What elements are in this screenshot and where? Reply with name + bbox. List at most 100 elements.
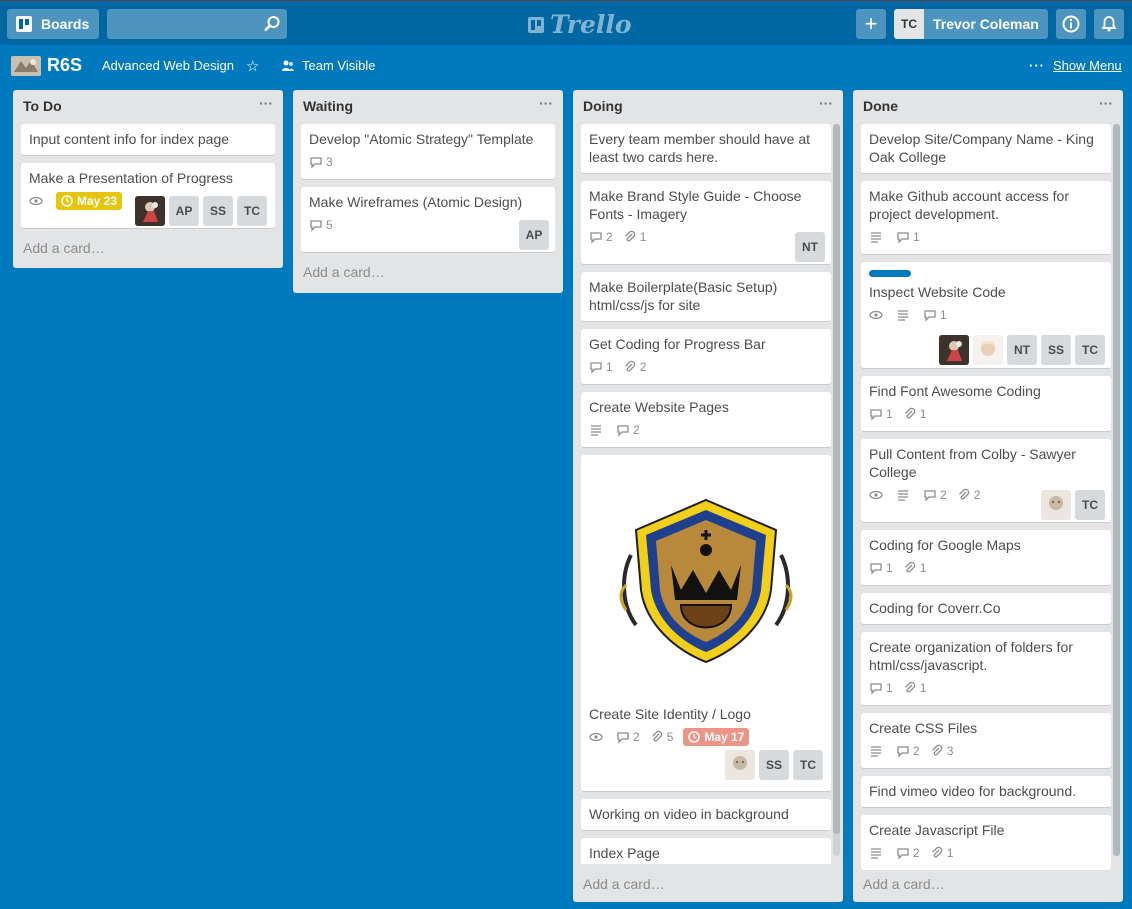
member-avatar[interactable]: TC <box>793 750 823 780</box>
card[interactable]: Find Font Awesome Coding 1 1 <box>861 376 1111 432</box>
description-icon <box>869 744 886 758</box>
add-card-button[interactable]: Add a card… <box>293 260 563 290</box>
card[interactable]: Create Site Identity / Logo 2 5 May 17 S… <box>581 455 831 792</box>
comment-icon <box>897 746 909 758</box>
list-title: To Do <box>23 98 62 114</box>
member-avatar[interactable]: AP <box>519 220 549 250</box>
card[interactable]: Make Boilerplate(Basic Setup) html/css/j… <box>581 272 831 322</box>
create-button[interactable]: + <box>856 9 886 39</box>
notifications-button[interactable] <box>1094 9 1124 39</box>
comment-badge: 2 <box>589 228 613 246</box>
add-card-button[interactable]: Add a card… <box>853 872 955 902</box>
card-label <box>869 270 911 277</box>
list-scrollbar[interactable] <box>1113 124 1120 856</box>
card[interactable]: Create Website Pages 2 <box>581 392 831 448</box>
member-avatar[interactable]: TC <box>1075 335 1105 365</box>
info-button[interactable] <box>1056 9 1086 39</box>
card[interactable]: Make a Presentation of Progress May 23 A… <box>21 163 275 229</box>
search-input[interactable] <box>107 9 287 39</box>
card[interactable]: Make Brand Style Guide - Choose Fonts - … <box>581 181 831 265</box>
member-avatar[interactable]: TC <box>237 196 267 226</box>
card-title: Inspect Website Code <box>869 284 1006 300</box>
card[interactable]: Create organization of folders for html/… <box>861 632 1111 706</box>
card[interactable]: Input content info for index page <box>21 124 275 156</box>
card[interactable]: Make Github account access for project d… <box>861 181 1111 255</box>
avatar: TC <box>894 9 924 39</box>
card[interactable]: Develop Site/Company Name - King Oak Col… <box>861 124 1111 174</box>
member-avatar-photo[interactable] <box>939 335 969 365</box>
member-avatar-photo[interactable] <box>135 196 165 226</box>
member-avatar[interactable]: SS <box>203 196 233 226</box>
card-members: AP SS TC <box>135 196 267 226</box>
show-menu-button[interactable]: ··· Show Menu <box>1029 58 1122 73</box>
card[interactable]: Get Coding for Progress Bar 1 2 <box>581 329 831 385</box>
card-badges: 1 1 <box>869 678 1103 698</box>
search-icon <box>264 16 280 32</box>
card[interactable]: Create CSS Files 2 3 <box>861 713 1111 769</box>
card[interactable]: Every team member should have at least t… <box>581 124 831 174</box>
card[interactable]: Working on video in background <box>581 799 831 831</box>
visibility-button[interactable]: Team Visible <box>281 58 375 73</box>
comment-badge: 2 <box>616 421 640 439</box>
list-menu-icon[interactable]: ··· <box>259 95 273 111</box>
board-team-name[interactable]: Advanced Web Design <box>102 58 234 73</box>
member-menu-button[interactable]: TC Trevor Coleman <box>894 9 1048 39</box>
card-badges: 2 3 <box>869 741 1103 761</box>
list-waiting: Waiting ··· Develop "Atomic Strategy" Te… <box>293 90 563 293</box>
paperclip-icon <box>931 744 942 756</box>
watch-icon <box>29 194 46 208</box>
card-title: Make Github account access for project d… <box>869 188 1069 222</box>
card-badges: 1 <box>869 227 1103 247</box>
member-avatar-photo[interactable] <box>1041 490 1071 520</box>
list-menu-icon[interactable]: ··· <box>1099 95 1113 111</box>
list-done: Done ··· Develop Site/Company Name - Kin… <box>853 90 1123 902</box>
list-header[interactable]: Doing ··· <box>573 90 843 124</box>
description-icon <box>589 423 606 437</box>
comment-icon <box>870 683 882 695</box>
visibility-label: Team Visible <box>302 58 376 73</box>
info-icon <box>1062 15 1080 33</box>
card[interactable]: Inspect Website Code 1 NT SS TC <box>861 262 1111 369</box>
list-header[interactable]: Waiting ··· <box>293 90 563 124</box>
member-avatar-photo[interactable] <box>973 335 1003 365</box>
show-menu-label: Show Menu <box>1053 58 1122 73</box>
card[interactable]: Coding for Google Maps 1 1 <box>861 530 1111 586</box>
card[interactable]: Pull Content from Colby - Sawyer College… <box>861 439 1111 523</box>
member-avatar[interactable]: NT <box>795 232 825 262</box>
plus-icon: + <box>864 11 878 36</box>
card[interactable]: Index Page <box>581 838 831 864</box>
member-avatar[interactable]: AP <box>169 196 199 226</box>
card[interactable]: Create Javascript File 2 1 <box>861 815 1111 870</box>
boards-button[interactable]: Boards <box>7 9 99 39</box>
member-avatar[interactable]: SS <box>759 750 789 780</box>
card[interactable]: Find vimeo video for background. <box>861 776 1111 808</box>
add-card-button[interactable]: Add a card… <box>13 236 283 266</box>
card[interactable]: Develop "Atomic Strategy" Template 3 <box>301 124 555 180</box>
card[interactable]: Make Wireframes (Atomic Design) 5 AP <box>301 187 555 253</box>
card-title: Develop Site/Company Name - King Oak Col… <box>869 131 1094 165</box>
list-doing: Doing ··· Every team member should have … <box>573 90 843 902</box>
member-avatar[interactable]: TC <box>1075 490 1105 520</box>
clock-icon <box>61 195 73 207</box>
board-title[interactable]: R6S <box>47 55 82 76</box>
card-title: Pull Content from Colby - Sawyer College <box>869 446 1076 480</box>
comment-icon <box>870 563 882 575</box>
card-title: Create organization of folders for html/… <box>869 639 1073 673</box>
board-background-thumbnail <box>11 56 41 76</box>
list-header[interactable]: Done ··· <box>853 90 1123 124</box>
member-avatar-photo[interactable] <box>725 750 755 780</box>
list-menu-icon[interactable]: ··· <box>539 95 553 111</box>
star-icon[interactable]: ☆ <box>246 57 259 75</box>
trello-logo[interactable]: Trello <box>527 10 632 39</box>
attachment-badge: 1 <box>623 228 646 246</box>
card[interactable]: Coding for Coverr.Co <box>861 593 1111 625</box>
comment-badge: 2 <box>923 486 947 504</box>
member-avatar[interactable]: NT <box>1007 335 1037 365</box>
list-menu-icon[interactable]: ··· <box>819 95 833 111</box>
list-title: Done <box>863 98 898 114</box>
add-card-button[interactable]: Add a card… <box>573 872 675 902</box>
member-avatar[interactable]: SS <box>1041 335 1071 365</box>
list-header[interactable]: To Do ··· <box>13 90 283 124</box>
list-scrollbar[interactable] <box>833 124 840 856</box>
card-members: NT SS TC <box>939 335 1105 365</box>
